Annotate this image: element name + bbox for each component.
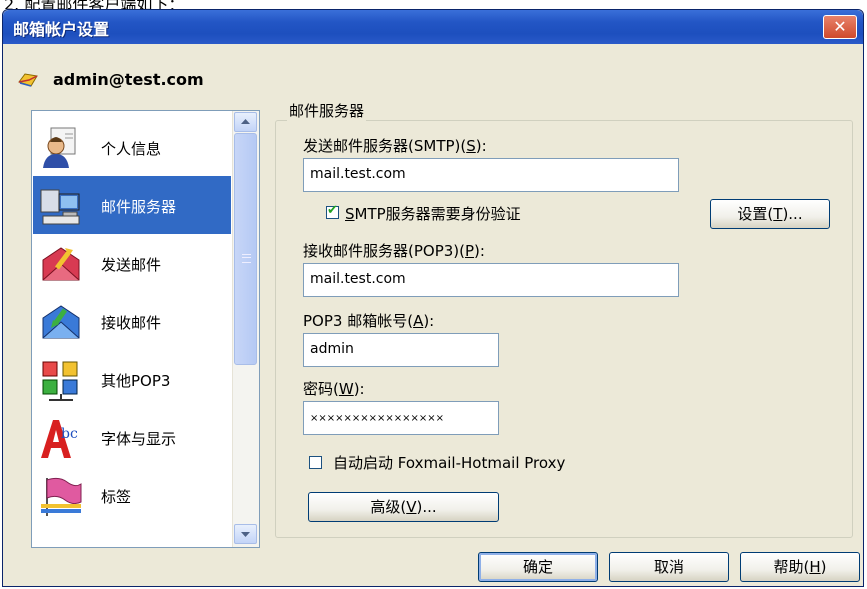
title-bar[interactable]: 邮箱帐户设置 ✕ bbox=[3, 10, 863, 44]
scroll-up-button[interactable] bbox=[234, 112, 257, 132]
password-input[interactable]: ×××××××××××××××× bbox=[303, 401, 499, 435]
smtp-auth-checkbox[interactable] bbox=[326, 203, 339, 219]
pop3-server-input[interactable]: mail.test.com bbox=[303, 263, 679, 297]
receive-mail-icon bbox=[42, 305, 80, 339]
group-title: 邮件服务器 bbox=[287, 100, 367, 121]
sidebar-item-other-pop3[interactable]: 其他POP3 bbox=[33, 350, 231, 408]
server-icon bbox=[40, 189, 80, 225]
send-mail-icon bbox=[42, 247, 80, 281]
sidebar-item-send-mail[interactable]: 发送邮件 bbox=[33, 234, 231, 292]
account-settings-dialog: 邮箱帐户设置 ✕ admin@test.com 个人信息 邮件服务器 发送邮件 … bbox=[2, 9, 864, 587]
ok-button[interactable]: 确定 bbox=[478, 552, 598, 582]
chevron-down-icon bbox=[241, 532, 250, 537]
advanced-button[interactable]: 高级(V)... bbox=[308, 492, 499, 522]
network-icon bbox=[42, 361, 78, 401]
sidebar-item-label: 其他POP3 bbox=[101, 372, 171, 390]
smtp-auth-label: SMTP服务器需要身份验证 bbox=[345, 205, 521, 223]
scroll-thumb[interactable] bbox=[234, 133, 257, 365]
hotmail-proxy-checkbox[interactable] bbox=[309, 456, 322, 469]
page-caption: 2. 配置邮件客户端如下： bbox=[4, 0, 184, 9]
account-mail-icon bbox=[18, 73, 38, 87]
pop3-account-label: POP3 邮箱帐号(A): bbox=[303, 312, 435, 330]
sidebar-item-label: 字体与显示 bbox=[101, 430, 177, 448]
flag-icon bbox=[41, 477, 82, 516]
smtp-server-label: 发送邮件服务器(SMTP)(S): bbox=[303, 137, 487, 155]
sidebar-item-label: 标签 bbox=[101, 488, 132, 506]
sidebar-item-personal-info[interactable]: 个人信息 bbox=[33, 118, 231, 176]
pop3-account-input[interactable]: admin bbox=[303, 333, 499, 367]
page-caption-strip: 2. 配置邮件客户端如下： bbox=[0, 0, 867, 9]
password-label: 密码(W): bbox=[303, 380, 365, 398]
person-icon bbox=[43, 127, 76, 168]
sidebar-item-label: 个人信息 bbox=[101, 140, 162, 158]
scroll-grip bbox=[242, 254, 251, 263]
sidebar-item-tags[interactable]: 标签 bbox=[33, 466, 231, 524]
settings-category-list[interactable]: 个人信息 邮件服务器 发送邮件 接收邮件 其他POP3 bc 字体与显示 标签 bbox=[31, 110, 260, 548]
smtp-server-input[interactable]: mail.test.com bbox=[303, 158, 679, 192]
sidebar-item-label: 接收邮件 bbox=[101, 314, 162, 332]
close-button[interactable]: ✕ bbox=[823, 15, 857, 39]
cancel-button[interactable]: 取消 bbox=[609, 552, 729, 582]
close-icon: ✕ bbox=[833, 17, 847, 36]
list-scrollbar[interactable] bbox=[232, 111, 259, 547]
account-email: admin@test.com bbox=[53, 70, 204, 89]
hotmail-proxy-label: 自动启动 Foxmail-Hotmail Proxy bbox=[333, 454, 566, 472]
sidebar-item-label: 邮件服务器 bbox=[101, 198, 177, 216]
svg-text:bc: bc bbox=[61, 426, 78, 442]
window-title: 邮箱帐户设置 bbox=[13, 20, 110, 39]
smtp-settings-button[interactable]: 设置(T)... bbox=[710, 199, 830, 229]
sidebar-item-font-display[interactable]: bc 字体与显示 bbox=[33, 408, 231, 466]
sidebar-item-receive-mail[interactable]: 接收邮件 bbox=[33, 292, 231, 350]
chevron-up-icon bbox=[241, 119, 250, 124]
help-button[interactable]: 帮助(H) bbox=[740, 552, 860, 582]
pop3-server-label: 接收邮件服务器(POP3)(P): bbox=[303, 242, 485, 260]
scroll-down-button[interactable] bbox=[234, 524, 257, 544]
sidebar-item-label: 发送邮件 bbox=[101, 256, 162, 274]
sidebar-item-mail-server[interactable]: 邮件服务器 bbox=[33, 176, 231, 234]
font-icon: bc bbox=[41, 420, 78, 458]
